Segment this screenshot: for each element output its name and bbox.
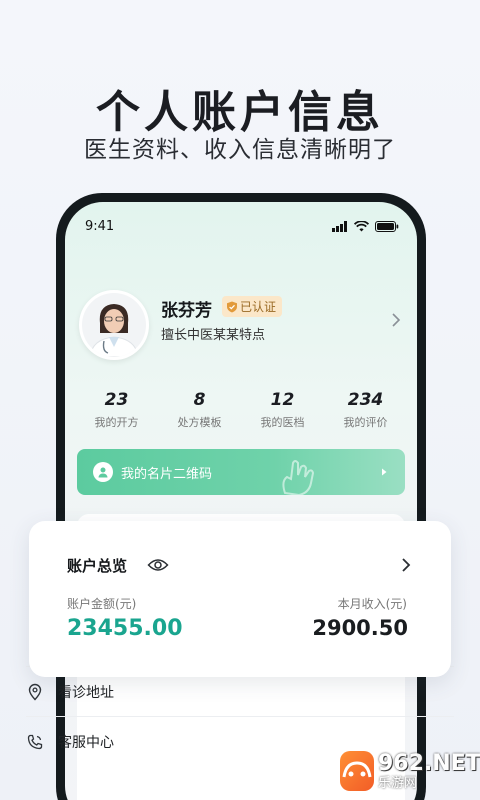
promo-subline: 医生资料、收入信息清晰明了 — [84, 137, 396, 163]
status-bar: 9:41 — [85, 216, 399, 236]
stat-templates[interactable]: 8 处方模板 — [160, 390, 240, 430]
stat-label: 我的医档 — [260, 416, 305, 429]
account-overview-card[interactable]: 账户总览 账户金额(元) 23455.00 本月收入(元) 2900.50 — [29, 521, 451, 677]
wifi-icon — [354, 220, 369, 231]
chevron-right-icon[interactable] — [389, 310, 403, 330]
stat-label: 我的开方 — [94, 416, 139, 429]
profile-header[interactable]: 张芬芳 已认证 擅长中医某某特点 — [79, 290, 403, 362]
doctor-name: 张芬芳 — [161, 301, 212, 321]
chevron-right-icon[interactable] — [399, 555, 413, 575]
verified-label: 已认证 — [240, 300, 277, 314]
qr-card-label: 我的名片二维码 — [121, 466, 213, 482]
shield-check-icon — [227, 301, 237, 312]
balance-value: 23455.00 — [67, 616, 183, 641]
watermark: 962.NET 乐游网 — [340, 748, 480, 794]
stat-value: 23 — [104, 390, 129, 410]
qr-card-button[interactable]: 我的名片二维码 — [77, 449, 405, 495]
stat-prescriptions[interactable]: 23 我的开方 — [77, 390, 157, 430]
caret-right-icon — [382, 468, 387, 476]
balance-label: 账户金额(元) — [67, 597, 137, 611]
stat-value: 234 — [347, 390, 384, 410]
verified-badge: 已认证 — [222, 296, 283, 317]
eye-icon[interactable] — [147, 556, 169, 574]
watermark-logo-icon — [340, 751, 374, 791]
stat-value: 8 — [193, 390, 206, 410]
stat-records[interactable]: 12 我的医档 — [243, 390, 323, 430]
menu-item-label: 客服中心 — [58, 734, 114, 751]
phone-service-icon — [27, 734, 43, 749]
status-time: 9:41 — [85, 218, 115, 234]
stat-label: 处方模板 — [177, 416, 222, 429]
stat-label: 我的评价 — [343, 416, 388, 429]
location-pin-icon — [28, 683, 42, 701]
watermark-sub: 乐游网 — [378, 775, 418, 791]
signal-icon — [332, 220, 347, 232]
doctor-specialty: 擅长中医某某特点 — [161, 328, 266, 343]
menu-item-label: 看诊地址 — [58, 684, 114, 701]
watermark-brand: 962.NET — [378, 750, 480, 776]
doctor-avatar-icon — [82, 293, 146, 357]
monthly-income-label: 本月收入(元) — [337, 597, 407, 611]
user-badge-icon — [93, 462, 113, 482]
account-overview-title: 账户总览 — [67, 557, 128, 575]
stat-reviews[interactable]: 234 我的评价 — [326, 390, 406, 430]
monthly-income-value: 2900.50 — [312, 616, 408, 640]
stat-value: 12 — [270, 390, 295, 410]
battery-icon — [375, 220, 399, 232]
avatar[interactable] — [79, 290, 149, 360]
stats-row: 23 我的开方 8 处方模板 12 我的医档 234 我的评价 — [65, 390, 417, 430]
